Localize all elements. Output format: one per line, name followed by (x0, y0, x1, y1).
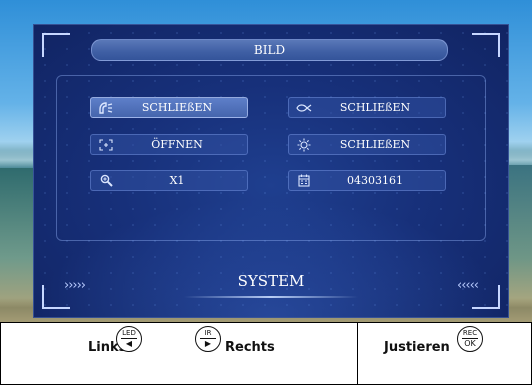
navigation-instructions: Links LED ◀ IR ▶ Rechts (0, 322, 358, 385)
rec-ok-key-icon: REC OK (457, 326, 483, 352)
brightness-icon (289, 138, 319, 152)
date-button[interactable]: 04303161 (288, 170, 446, 191)
headlight-icon (91, 101, 121, 114)
instruction-bar: Links LED ◀ IR ▶ Rechts Justieren REC OK (0, 322, 532, 387)
frame-button[interactable]: ÖFFNEN (90, 134, 248, 155)
zoom-icon (91, 174, 121, 187)
frame-label: ÖFFNEN (151, 138, 203, 151)
ok-key-label: OK (464, 339, 476, 348)
system-underline (184, 296, 358, 298)
corner-bracket-top-left (42, 33, 70, 57)
brightness-button[interactable]: SCHLIEßEN (288, 134, 446, 155)
arrows-right-icon: ‹‹‹‹‹ (457, 278, 479, 293)
adjust-instructions: Justieren REC OK (357, 322, 532, 385)
zoom-label: X1 (169, 174, 185, 187)
fog-light-button[interactable]: SCHLIEßEN (288, 97, 446, 118)
led-key-label: LED (122, 329, 136, 337)
brightness-label: SCHLIEßEN (339, 138, 411, 151)
zoom-button[interactable]: X1 (90, 170, 248, 191)
panel-title-bar: BILD (91, 39, 448, 61)
panel-title: BILD (253, 43, 286, 57)
corner-bracket-top-right (472, 33, 500, 57)
right-arrow-icon: ▶ (204, 339, 212, 348)
rechts-text: Rechts (225, 340, 275, 355)
frame-icon (91, 138, 121, 151)
left-arrow-icon: ◀ (125, 339, 133, 348)
justieren-text: Justieren (384, 340, 450, 355)
led-left-key-icon: LED ◀ (116, 326, 142, 352)
date-label: 04303161 (347, 174, 403, 187)
headlight-button[interactable]: SCHLIEßEN (90, 97, 248, 118)
ir-right-key-icon: IR ▶ (195, 326, 221, 352)
rec-key-label: REC (462, 329, 478, 337)
calendar-icon (289, 174, 319, 187)
settings-panel: BILD SCHLIEßEN SCHLIEßEN ÖFFNEN SCHLIEßE… (33, 24, 509, 318)
headlight-label: SCHLIEßEN (141, 101, 213, 114)
ir-key-label: IR (204, 329, 212, 337)
fog-light-label: SCHLIEßEN (339, 101, 411, 114)
fog-light-icon (289, 103, 319, 113)
system-label[interactable]: SYSTEM (34, 272, 508, 290)
